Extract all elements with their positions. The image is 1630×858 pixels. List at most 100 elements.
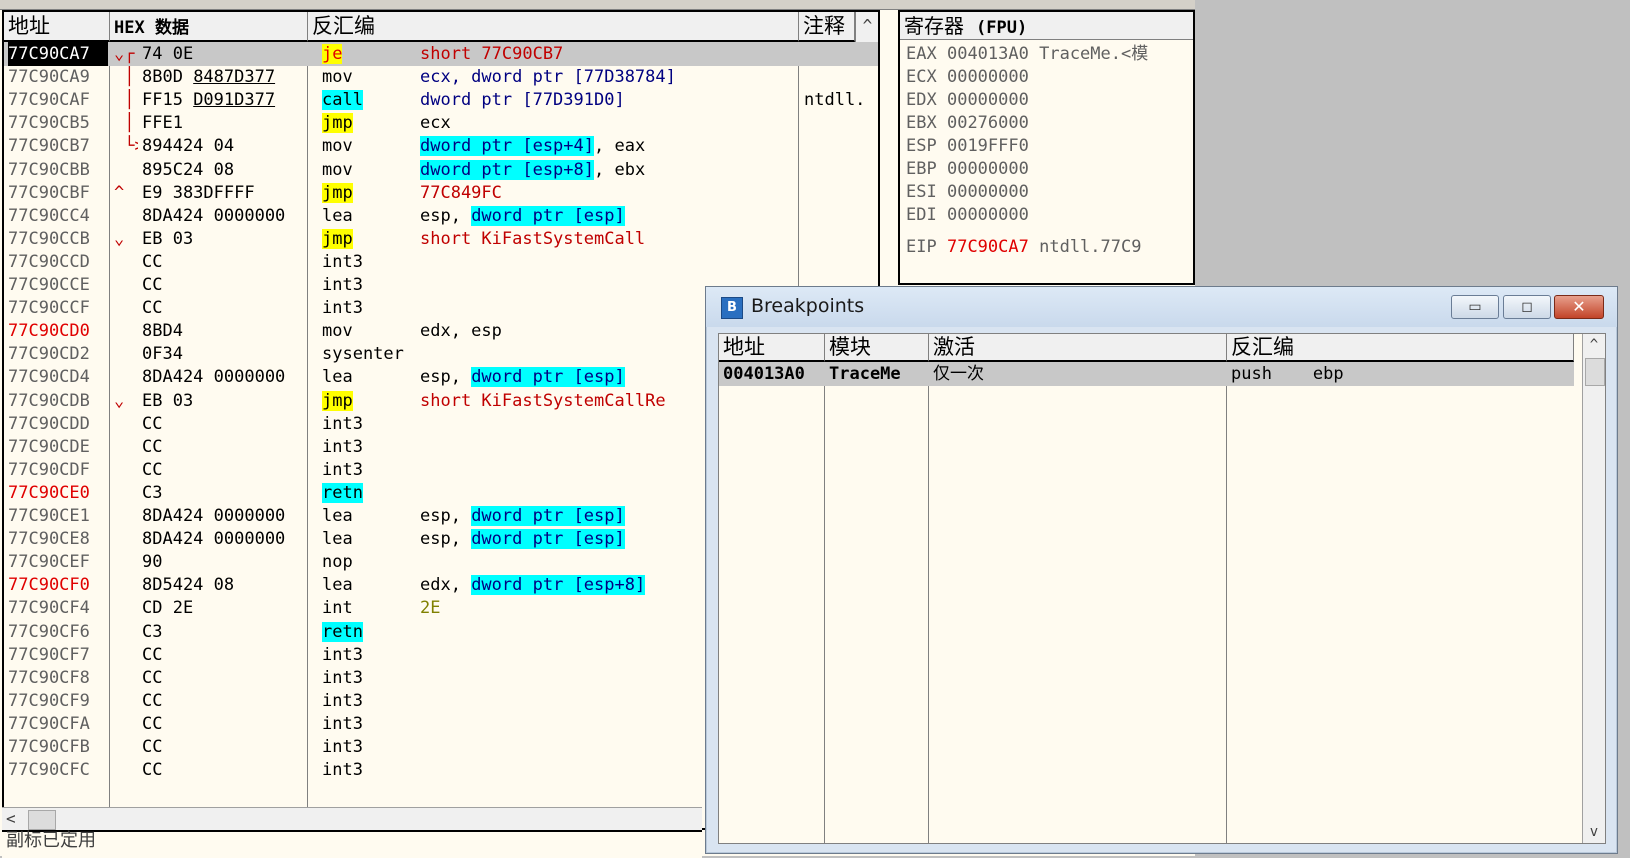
mnemonic-text: int [322, 598, 353, 619]
memory-operand: dword ptr [esp+4] [420, 136, 594, 157]
bp-col-header-active[interactable]: 激活 [929, 334, 1227, 362]
operand-text: short KiFastSystemCallRe [420, 390, 666, 411]
register-edi[interactable]: EDI 00000000 [906, 203, 1039, 227]
registers-pane[interactable]: 寄存器 (FPU) EAX 004013A0 TraceMe.<模 ECX 000… [898, 10, 1195, 285]
row-mnemonic: int3 [322, 758, 412, 782]
disasm-row[interactable]: 77C90CCB ⌄ EB 03 jmp short KiFastSystemCall [4, 227, 878, 251]
jump-marker-icon: └> [124, 136, 138, 157]
disasm-row[interactable]: 77C90CA7 ⌄┌ 74 0E je short 77C90CB7 [4, 42, 878, 66]
row-address: 77C90CD4 [8, 367, 90, 388]
breakpoints-title-bar[interactable]: B Breakpoints ▭ ◻ ✕ [706, 287, 1617, 327]
jump-marker-icon: │ [114, 113, 135, 134]
breakpoints-window[interactable]: B Breakpoints ▭ ◻ ✕ 地址 模块 激活 反汇编 004013A… [705, 286, 1618, 854]
maximize-button[interactable]: ◻ [1503, 295, 1551, 319]
window-title: Breakpoints [751, 295, 865, 317]
register-eip[interactable]: EIP 77C90CA7 ntdll.77C9 [906, 235, 1141, 259]
register-name: EDI [906, 205, 937, 225]
row-mnemonic: retn [322, 481, 412, 505]
register-value: 0019FFF0 [946, 136, 1029, 156]
disasm-scroll-up-button[interactable]: ^ [855, 12, 878, 42]
disasm-row[interactable]: 77C90CC4 8DA424 0000000 lea esp, dword ptr … [4, 204, 878, 228]
row-hex: CC [142, 713, 163, 734]
register-eax[interactable]: EAX 004013A0 TraceMe.<模 [906, 42, 1148, 66]
jump-marker-icon: ⌄┌ [114, 44, 135, 64]
chevron-up-icon[interactable]: ^ [1583, 334, 1605, 356]
register-esi[interactable]: ESI 00000000 [906, 180, 1039, 204]
row-hex: 8DA424 0000000 [142, 367, 286, 388]
col-header-comment[interactable]: 注释 [799, 12, 855, 42]
chevron-left-icon[interactable]: < [6, 808, 16, 830]
register-value: 77C90CA7 [946, 237, 1029, 257]
register-edx[interactable]: EDX 00000000 [906, 88, 1039, 112]
jump-marker-icon [114, 527, 138, 551]
operand-part: esp, [420, 205, 472, 226]
register-comment: ntdll.77C9 [1039, 237, 1142, 257]
row-hex: CC [142, 459, 163, 480]
registers-header[interactable]: 寄存器 (FPU) [900, 12, 1193, 40]
row-hex: CC [142, 275, 163, 295]
chevron-down-icon[interactable]: v [1583, 821, 1605, 843]
row-hex: 8DA424 0000000 [142, 205, 286, 226]
disasm-row[interactable]: 77C90CBB 895C24 08 mov dword ptr [esp+8], e… [4, 158, 878, 182]
row-hex: 8BD4 [142, 321, 183, 342]
operand-part: esp, [420, 529, 472, 550]
operand-part: edx, [420, 575, 472, 596]
bp-col-header-address[interactable]: 地址 [719, 334, 825, 362]
register-esp[interactable]: ESP 0019FFF0 [906, 134, 1039, 158]
register-value: 00000000 [946, 205, 1029, 225]
col-header-address[interactable]: 地址 [4, 12, 110, 42]
bp-vertical-scrollbar[interactable]: ^ v [1582, 334, 1605, 843]
row-hex: 895C24 08 [142, 159, 235, 180]
row-hex: CC [142, 644, 163, 665]
row-address: 77C90CD0 [8, 321, 90, 342]
col-divider [928, 362, 929, 843]
minimize-button[interactable]: ▭ [1451, 295, 1499, 319]
row-address: 77C90CE0 [8, 482, 90, 503]
jump-marker-icon [114, 250, 138, 274]
mnemonic-text: jmp [322, 390, 353, 411]
row-operand [420, 250, 796, 274]
breakpoints-list[interactable]: 地址 模块 激活 反汇编 004013A0 TraceMe 仅一次 push ebp … [718, 333, 1606, 844]
bp-address: 004013A0 [723, 364, 805, 384]
disasm-row[interactable]: 77C90CCD CC int3 [4, 250, 878, 274]
row-mnemonic: int3 [322, 412, 412, 436]
scrollbar-thumb[interactable] [28, 810, 56, 830]
register-ebp[interactable]: EBP 00000000 [906, 157, 1039, 181]
register-name: EBP [906, 159, 937, 179]
row-operand: dword ptr [esp+4], eax [420, 134, 796, 158]
disasm-row[interactable]: 77C90CBF ^ E9 383DFFFF jmp 77C849FC [4, 181, 878, 205]
register-ecx[interactable]: ECX 00000000 [906, 65, 1039, 89]
register-name: EBX [906, 113, 937, 133]
row-operand: short 77C90CB7 [420, 42, 796, 66]
row-mnemonic: lea [322, 573, 412, 597]
col-header-hex[interactable]: HEX 数据 [110, 12, 308, 42]
disasm-row[interactable]: 77C90CB5 │ FFE1 jmp ecx [4, 111, 878, 135]
disasm-row[interactable]: 77C90CAF │ FF15 D091D377 call dword ptr [77… [4, 88, 878, 112]
row-operand: esp, dword ptr [esp] [420, 204, 796, 228]
jump-marker-icon [114, 342, 138, 366]
row-mnemonic: retn [322, 620, 412, 644]
operand-part: esp, [420, 367, 472, 388]
disasm-horizontal-scrollbar[interactable]: < [2, 807, 702, 830]
row-hex: CC [142, 298, 163, 319]
jump-marker-icon [114, 758, 138, 782]
row-mnemonic: int3 [322, 689, 412, 713]
bp-col-header-module[interactable]: 模块 [825, 334, 929, 362]
col-header-disasm[interactable]: 反汇编 [308, 12, 799, 42]
breakpoint-row[interactable]: 004013A0 TraceMe 仅一次 push ebp [719, 362, 1574, 386]
row-address: 77C90CCF [8, 298, 90, 319]
row-mnemonic: lea [322, 204, 412, 228]
bp-col-header-disasm[interactable]: 反汇编 [1227, 334, 1574, 362]
mnemonic-text: lea [322, 529, 353, 550]
row-address: 77C90CE1 [8, 506, 90, 526]
register-ebx[interactable]: EBX 00276000 [906, 111, 1039, 135]
row-hex: CC [142, 690, 163, 711]
disasm-row[interactable]: 77C90CB7 └>894424 04 mov dword ptr [esp+4]… [4, 134, 878, 158]
row-mnemonic: mov [322, 319, 412, 343]
scrollbar-thumb[interactable] [1585, 358, 1605, 386]
jump-marker-icon [114, 596, 138, 620]
disasm-row[interactable]: 77C90CA9 │ 8B0D 8487D377 mov ecx, dword ptr… [4, 65, 878, 89]
close-button[interactable]: ✕ [1554, 295, 1604, 319]
row-mnemonic: jmp [322, 111, 412, 135]
